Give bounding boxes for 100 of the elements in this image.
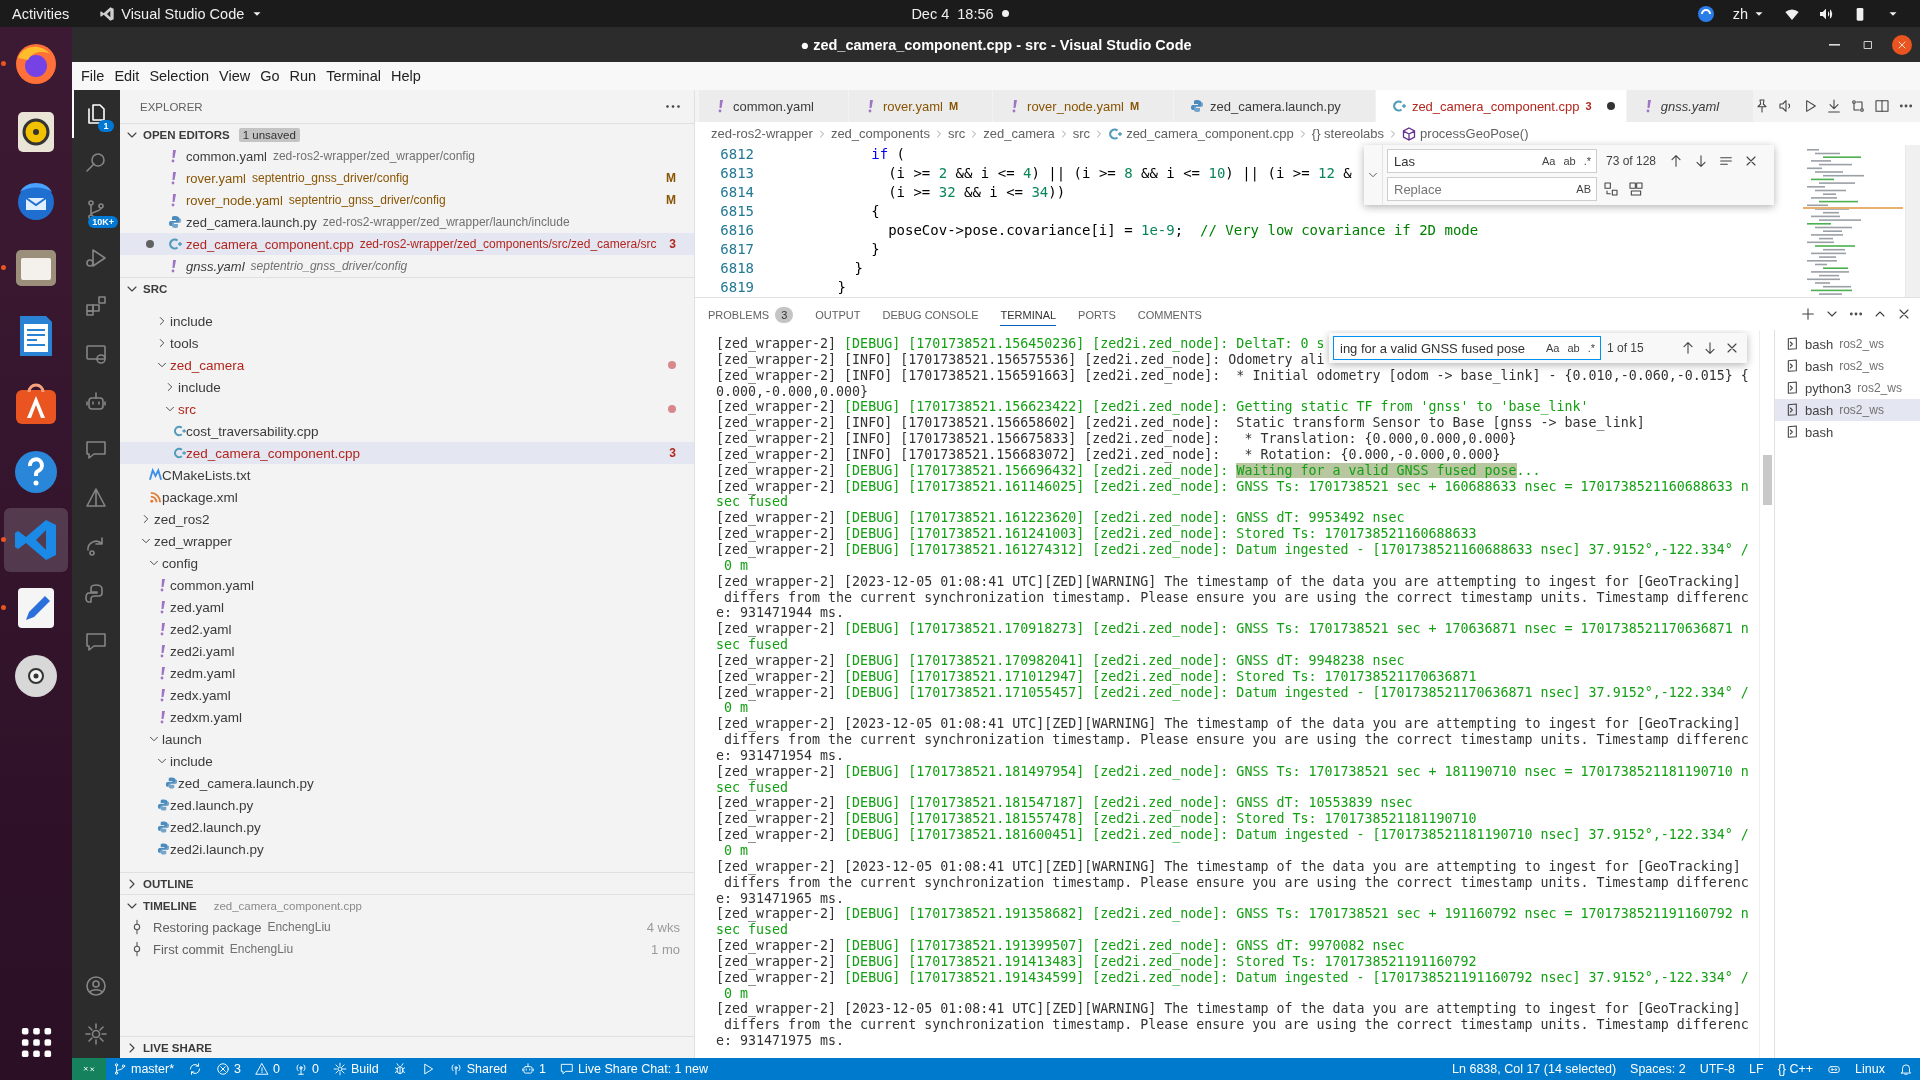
tree-item[interactable]: zed.yaml [120, 596, 694, 618]
find-field[interactable]: ing for a valid GNSS fused pose Aa ab .* [1333, 336, 1601, 360]
status-item[interactable]: master* [106, 1062, 182, 1076]
tree-item[interactable]: zedxm.yaml [120, 706, 694, 728]
open-editor-item[interactable]: zed_camera_component.cpp zed-ros2-wrapper/zed_components/src/zed_camera/src 3 [120, 233, 694, 255]
menu-item[interactable]: File [76, 68, 110, 84]
tree-item[interactable]: zed2.launch.py [120, 816, 694, 838]
tree-item[interactable]: src [120, 398, 694, 420]
terminal-session[interactable]: bash ros2_ws [1775, 333, 1920, 355]
tree-item[interactable]: common.yaml [120, 574, 694, 596]
option-toggle[interactable]: .* [1581, 155, 1593, 167]
status-item[interactable]: Build [325, 1062, 386, 1076]
option-toggle[interactable]: AB [1574, 183, 1593, 195]
status-item[interactable]: {} C++ [1770, 1062, 1821, 1076]
status-item[interactable]: Shared [441, 1062, 515, 1076]
section-header[interactable]: OUTLINE [120, 872, 694, 894]
status-item[interactable]: 3 [209, 1062, 249, 1076]
breadcrumb-item[interactable]: zed_camera [983, 126, 1055, 141]
breadcrumb-item[interactable]: zed-ros2-wrapper [711, 126, 813, 141]
tree-item[interactable]: zedm.yaml [120, 662, 694, 684]
toolbar-button[interactable] [1850, 98, 1867, 114]
panel-tab[interactable]: PROBLEMS 3 [708, 302, 794, 326]
replace-field[interactable]: Replace AB [1387, 177, 1597, 201]
menu-item[interactable]: Go [255, 68, 285, 84]
timeline-item[interactable]: First commit EnchengLiu 1 mo [120, 938, 694, 960]
toolbar-button[interactable] [1874, 98, 1891, 114]
terminal-session[interactable]: bash [1775, 421, 1920, 443]
tree-item[interactable]: zed_ros2 [120, 508, 694, 530]
menu-item[interactable]: Selection [144, 68, 215, 84]
new-terminal-button[interactable] [1800, 306, 1816, 322]
open-editor-item[interactable]: rover.yaml septentrio_gnss_driver/config M [120, 167, 694, 189]
tree-item[interactable]: zed_camera.launch.py [120, 772, 694, 794]
status-item[interactable]: Linux [1848, 1062, 1892, 1076]
section-header[interactable]: TIMELINE zed_camera_component.cpp [120, 894, 694, 916]
editor-tab[interactable]: rover_node.yaml M [993, 90, 1175, 122]
breadcrumb-item[interactable]: zed_camera_component.cpp [1108, 126, 1294, 141]
tree-item[interactable]: include [120, 376, 694, 398]
open-editor-item[interactable]: zed_camera.launch.py zed-ros2-wrapper/zed_wrapper/launch/include [120, 211, 694, 233]
scrollbar[interactable] [1759, 330, 1774, 1058]
breadcrumb-item[interactable]: processGeoPose() [1402, 126, 1529, 141]
tree-item[interactable]: config [120, 552, 694, 574]
tree-item[interactable]: zed2i.launch.py [120, 838, 694, 860]
status-item[interactable]: 0 [248, 1062, 287, 1076]
tree-item[interactable]: zed_camera [120, 354, 694, 376]
menu-item[interactable]: View [214, 68, 256, 84]
terminal-session[interactable]: bash ros2_ws [1775, 399, 1920, 421]
breadcrumb-item[interactable]: src [947, 126, 966, 141]
option-toggle[interactable]: Aa [1539, 155, 1558, 167]
panel-tab[interactable]: COMMENTS [1137, 302, 1202, 326]
activity-bar-item[interactable]: 10K+ [72, 186, 120, 234]
menu-item[interactable]: Run [284, 68, 322, 84]
section-header[interactable]: SRC [120, 277, 694, 299]
editor-tab[interactable]: gnss.yaml [1626, 90, 1755, 122]
tree-item[interactable]: tools [120, 332, 694, 354]
editor-tab[interactable]: zed_camera.launch.py [1174, 90, 1376, 122]
editor-tab[interactable]: common.yaml [699, 90, 849, 122]
editor-tab[interactable]: rover.yaml M [848, 90, 994, 122]
breadcrumb-item[interactable]: src [1072, 126, 1091, 141]
more-actions-button[interactable] [666, 105, 680, 108]
find-field[interactable]: Las Aa ab .* [1387, 149, 1597, 173]
section-header[interactable]: OPEN EDITORS 1 unsaved [120, 123, 694, 145]
tree-item[interactable]: zed2.yaml [120, 618, 694, 640]
clock[interactable]: Dec 4 18:56 [911, 5, 994, 22]
app-menu[interactable]: Visual Studio Code [99, 5, 265, 22]
close-button[interactable] [1892, 34, 1912, 55]
option-toggle[interactable]: ab [1561, 155, 1578, 167]
scrollbar-thumb[interactable] [1763, 455, 1772, 505]
tree-item[interactable]: zed2i.yaml [120, 640, 694, 662]
open-editor-item[interactable]: rover_node.yaml septentrio_gnss_driver/config M [120, 189, 694, 211]
tree-item[interactable]: include [120, 750, 694, 772]
status-item[interactable]: Spaces: 2 [1623, 1062, 1693, 1076]
tree-item[interactable]: zedx.yaml [120, 684, 694, 706]
terminal-session[interactable]: bash ros2_ws [1775, 355, 1920, 377]
tree-item[interactable]: cost_traversability.cpp [120, 420, 694, 442]
activities-button[interactable]: Activities [12, 5, 70, 22]
tree-item[interactable]: include [120, 310, 694, 332]
open-editor-item[interactable]: common.yaml zed-ros2-wrapper/zed_wrapper/config [120, 145, 694, 167]
scrollbar[interactable] [1905, 145, 1920, 297]
input-source-menu[interactable]: zh [1732, 5, 1766, 22]
open-editor-item[interactable]: gnss.yaml septentrio_gnss_driver/config [120, 255, 694, 277]
tree-item[interactable]: zed.launch.py [120, 794, 694, 816]
status-item[interactable]: 1 [514, 1062, 553, 1076]
panel-tab[interactable]: DEBUG CONSOLE [882, 302, 979, 326]
tree-item[interactable]: CMakeLists.txt [120, 464, 694, 486]
tree-item[interactable]: zed_camera_component.cpp 3 [120, 442, 694, 464]
tree-item[interactable]: launch [120, 728, 694, 750]
status-item[interactable]: 0 [287, 1062, 326, 1076]
status-item[interactable]: Live Share Chat: 1 new [553, 1062, 715, 1076]
tree-item[interactable]: zed_wrapper [120, 530, 694, 552]
menu-item[interactable]: Help [385, 68, 426, 84]
status-item[interactable]: Ln 6838, Col 17 (14 selected) [1445, 1062, 1624, 1076]
menu-item[interactable]: Terminal [321, 68, 386, 84]
menu-item[interactable]: Edit [109, 68, 145, 84]
terminal-session[interactable]: python3 ros2_ws [1775, 377, 1920, 399]
status-item[interactable]: UTF-8 [1692, 1062, 1743, 1076]
panel-tab[interactable]: OUTPUT [815, 302, 861, 326]
breadcrumb-item[interactable]: {} stereolabs [1311, 126, 1385, 141]
option-toggle[interactable]: ab [1565, 342, 1582, 354]
toolbar-button[interactable] [1826, 98, 1843, 114]
option-toggle[interactable]: Aa [1543, 342, 1562, 354]
